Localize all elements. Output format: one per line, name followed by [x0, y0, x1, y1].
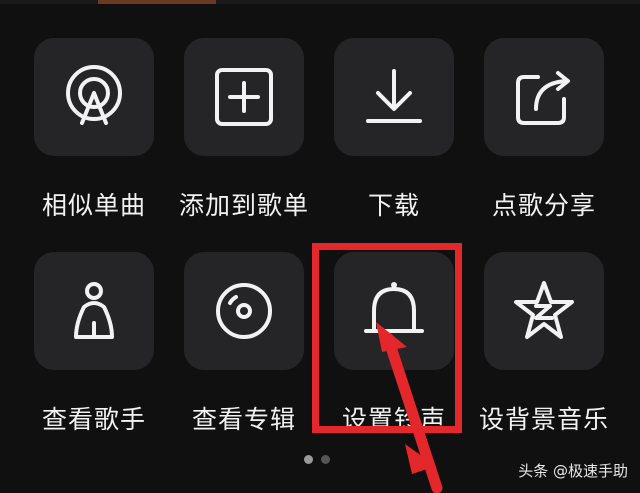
similar-song-icon [66, 65, 122, 125]
action-similar-song[interactable]: 相似单曲 [20, 38, 168, 228]
action-view-album[interactable]: 查看专辑 [170, 252, 318, 442]
action-label: 下载 [367, 191, 420, 220]
action-label: 相似单曲 [41, 191, 146, 220]
action-label: 点歌分享 [491, 191, 596, 220]
watermark: 头条 @极速手助 [518, 462, 628, 480]
share-menu-screen: 相似单曲 添加到歌单 下载 点歌分享 查看歌手 查看专辑 设置铃声 设背景音乐 … [0, 0, 640, 493]
highlight-box [312, 243, 462, 433]
action-share[interactable]: 点歌分享 [470, 38, 618, 228]
action-label: 添加到歌单 [178, 191, 309, 220]
page-dot[interactable] [321, 455, 330, 464]
action-tile[interactable] [34, 38, 154, 156]
action-add-to-playlist[interactable]: 添加到歌单 [170, 38, 318, 228]
action-tile[interactable] [184, 252, 304, 370]
add-to-playlist-icon [215, 68, 273, 126]
action-tile[interactable] [34, 252, 154, 370]
action-view-singer[interactable]: 查看歌手 [20, 252, 168, 442]
page-dot-active[interactable] [304, 455, 313, 464]
album-disc-icon [216, 283, 272, 339]
action-label: 查看专辑 [191, 405, 296, 434]
action-set-background-music[interactable]: 设背景音乐 [470, 252, 618, 442]
singer-icon [74, 282, 114, 339]
action-tile[interactable] [334, 38, 454, 156]
action-tile[interactable] [484, 38, 604, 156]
star-z-icon [514, 281, 574, 339]
action-label: 设背景音乐 [478, 405, 609, 434]
download-icon [366, 69, 422, 123]
action-tile[interactable] [484, 252, 604, 370]
page-indicator [304, 455, 330, 464]
action-label: 查看歌手 [41, 405, 146, 434]
action-tile[interactable] [184, 38, 304, 156]
share-icon [516, 71, 570, 125]
action-download[interactable]: 下载 [320, 38, 468, 228]
